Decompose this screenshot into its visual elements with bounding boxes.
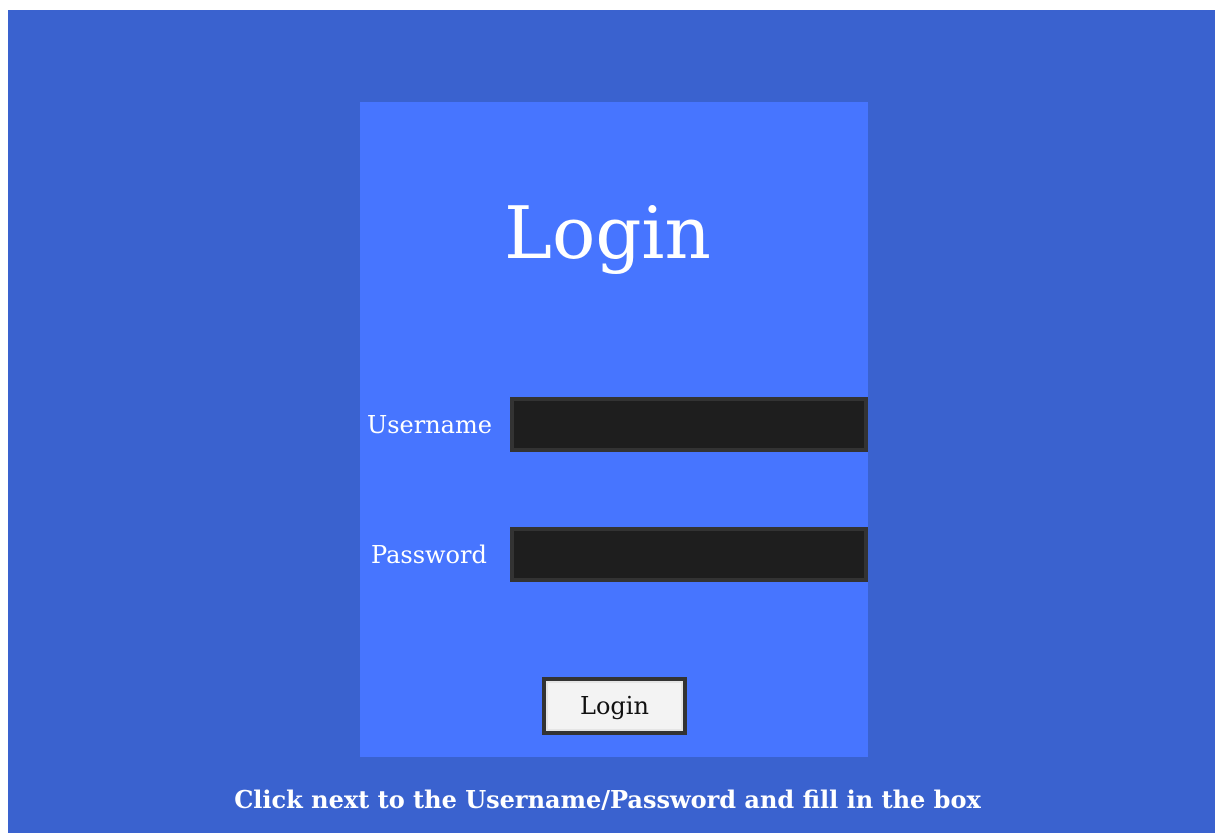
username-input[interactable] [510, 397, 868, 452]
login-title: Login [504, 191, 711, 275]
login-button[interactable]: Login [542, 677, 687, 735]
instruction-text: Click next to the Username/Password and … [234, 785, 981, 814]
username-label[interactable]: Username [367, 410, 492, 440]
password-label[interactable]: Password [371, 540, 487, 570]
login-button-label: Login [546, 681, 683, 731]
password-input[interactable] [510, 527, 868, 582]
